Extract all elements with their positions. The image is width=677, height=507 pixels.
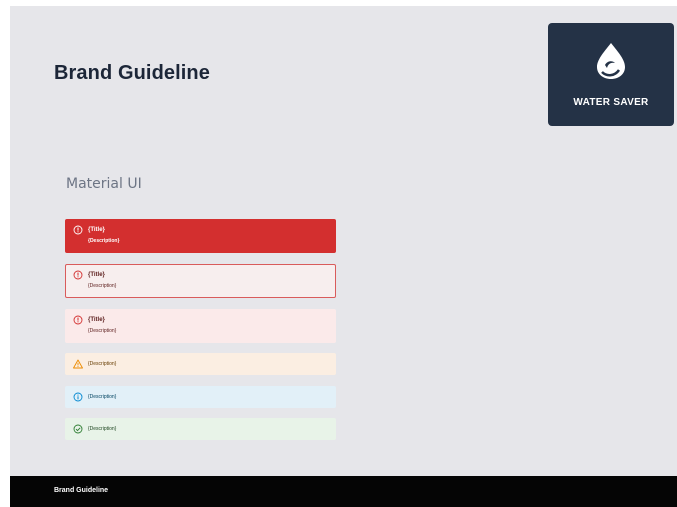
section-title: Material UI bbox=[66, 176, 142, 192]
guideline-page: Brand Guideline WATER SAVER Material UI … bbox=[10, 6, 677, 476]
brand-logo-card: WATER SAVER bbox=[548, 23, 674, 126]
footer-text: Brand Guideline bbox=[54, 487, 109, 494]
alert-description: {Description} bbox=[88, 238, 120, 244]
brand-logo-text: WATER SAVER bbox=[573, 97, 649, 108]
alert-description: {Description} bbox=[88, 328, 117, 334]
alert-description: {Description} bbox=[88, 426, 117, 432]
alert-description: {Description} bbox=[88, 283, 117, 289]
success-check-icon bbox=[73, 424, 83, 434]
footer-bar: Brand Guideline bbox=[10, 476, 677, 507]
alert-description: {Description} bbox=[88, 361, 117, 367]
alert-title: {Title} bbox=[88, 272, 105, 278]
alert-standard-warning: {Description} bbox=[65, 353, 336, 375]
alert-standard-info: {Description} bbox=[65, 386, 336, 408]
alert-standard-error: {Title} {Description} bbox=[65, 309, 336, 343]
info-circle-icon bbox=[73, 392, 83, 402]
alert-outlined-error: {Title} {Description} bbox=[65, 264, 336, 298]
alert-title: {Title} bbox=[88, 227, 105, 233]
warning-triangle-icon bbox=[73, 359, 83, 369]
page-title: Brand Guideline bbox=[54, 62, 210, 84]
alert-filled-error: {Title} {Description} bbox=[65, 219, 336, 253]
alert-description: {Description} bbox=[88, 394, 117, 400]
error-circle-icon bbox=[73, 270, 83, 280]
water-drop-icon bbox=[597, 43, 625, 79]
error-circle-icon bbox=[73, 315, 83, 325]
alert-title: {Title} bbox=[88, 317, 105, 323]
alert-standard-success: {Description} bbox=[65, 418, 336, 440]
error-circle-icon bbox=[73, 225, 83, 235]
